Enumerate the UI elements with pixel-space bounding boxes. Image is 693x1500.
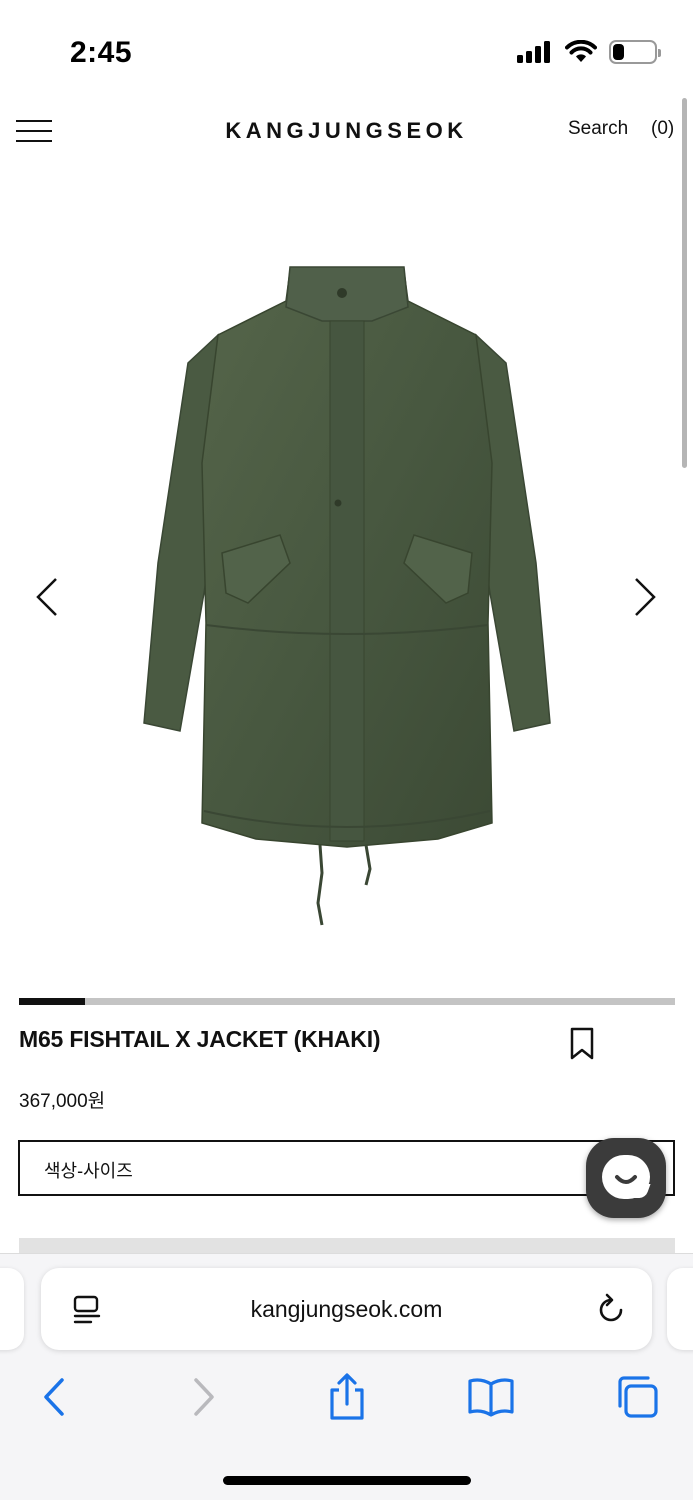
previous-tab-peek[interactable] (0, 1268, 24, 1350)
tabs-icon[interactable] (612, 1372, 662, 1422)
product-gallery[interactable] (0, 175, 693, 985)
url-text: kangjungseok.com (250, 1296, 443, 1322)
gallery-progress-fill (19, 998, 85, 1005)
bookmark-icon[interactable] (568, 1027, 596, 1061)
site-header: KANGJUNGSEOK Search (0) (0, 100, 693, 164)
battery-icon (609, 40, 661, 64)
address-bar[interactable]: kangjungseok.com (41, 1268, 652, 1350)
cellular-signal-icon (517, 41, 550, 63)
forward-icon[interactable] (178, 1372, 228, 1422)
section-divider (19, 1238, 675, 1254)
status-bar: 2:45 (0, 0, 693, 100)
home-indicator[interactable] (223, 1476, 471, 1485)
product-image-jacket (143, 266, 551, 926)
chevron-right-icon[interactable] (624, 575, 668, 619)
status-icons (517, 40, 661, 64)
product-price: 367,000원 (19, 1091, 106, 1112)
back-icon[interactable] (30, 1372, 80, 1422)
next-tab-peek[interactable] (667, 1268, 693, 1350)
reload-icon[interactable] (594, 1293, 628, 1327)
battery-level (613, 44, 624, 60)
gallery-progress (19, 998, 675, 1005)
search-link[interactable]: Search (568, 118, 628, 140)
status-time: 2:45 (70, 36, 133, 69)
share-icon[interactable] (322, 1372, 372, 1422)
product-title: M65 FISHTAIL X JACKET (KHAKI) (19, 1026, 381, 1052)
browser-toolbar: kangjungseok.com (0, 1253, 693, 1500)
chevron-left-icon[interactable] (26, 575, 70, 619)
option-select-label: 색상-사이즈 (44, 1161, 133, 1181)
bookmarks-icon[interactable] (466, 1372, 516, 1422)
wifi-icon (565, 40, 597, 62)
chat-button[interactable] (586, 1138, 666, 1218)
cart-count-link[interactable]: (0) (651, 118, 674, 140)
option-select[interactable]: 색상-사이즈 (18, 1140, 675, 1196)
